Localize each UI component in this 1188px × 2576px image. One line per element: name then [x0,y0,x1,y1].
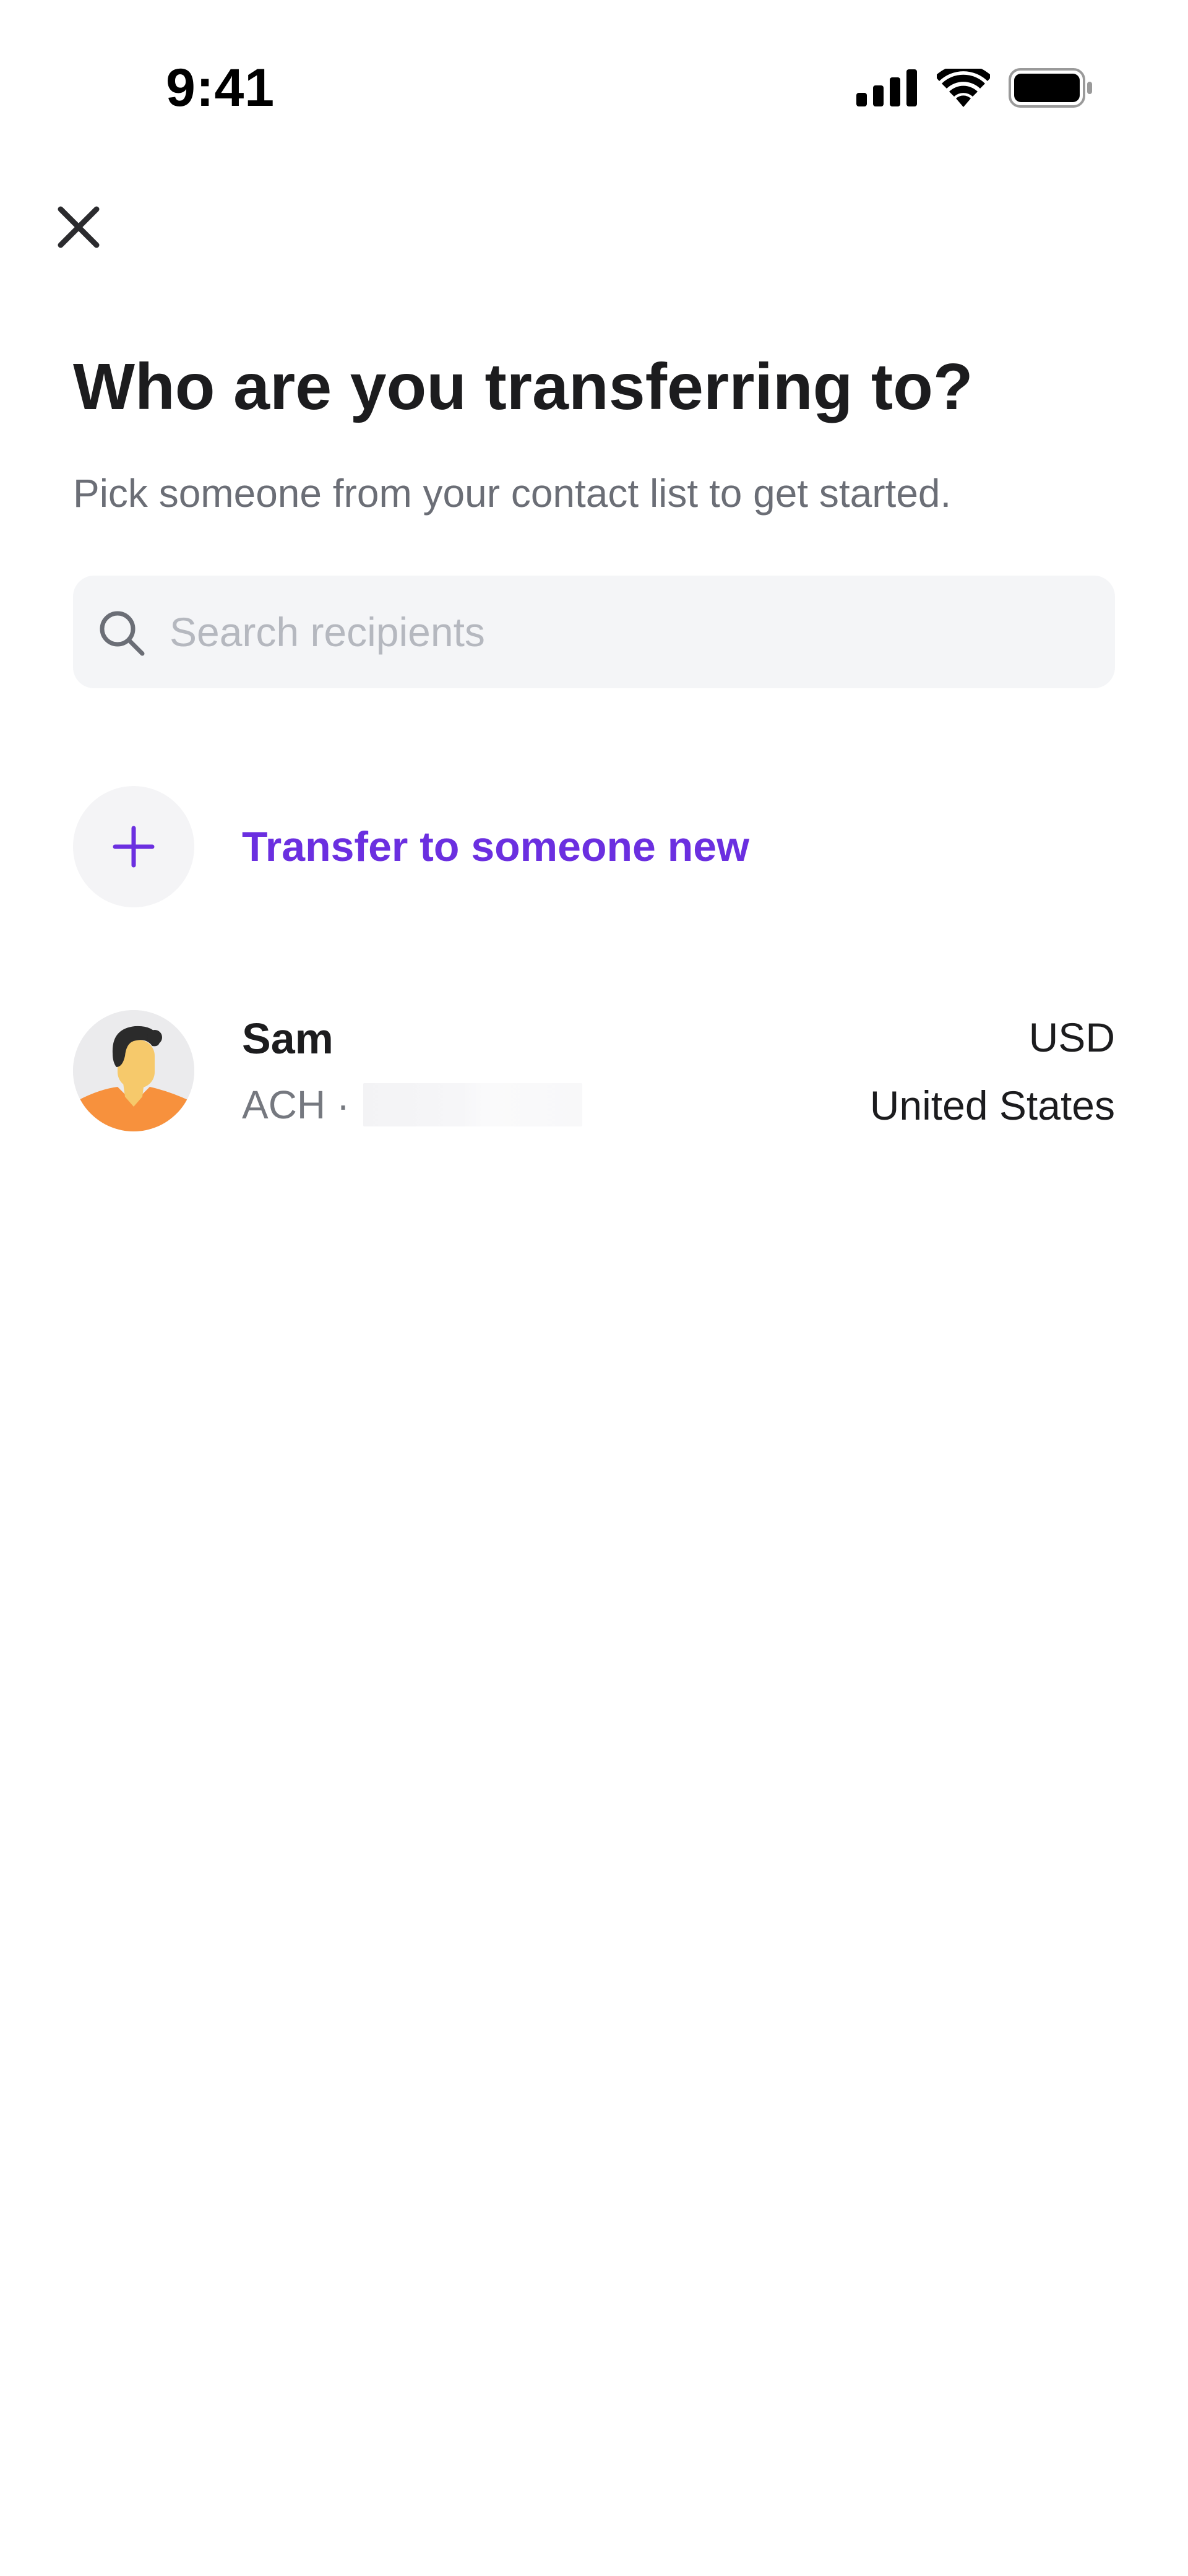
status-bar: 9:41 [0,0,1188,136]
close-button[interactable] [53,202,104,253]
plus-icon [113,826,155,868]
masked-account-number [363,1083,583,1126]
search-box[interactable] [73,576,1115,688]
contact-row[interactable]: Sam ACH · USD United States [73,1009,1115,1133]
close-icon [58,206,100,248]
avatar-illustration [73,1010,194,1131]
search-icon [100,611,145,656]
search-input[interactable] [170,576,1085,688]
battery-icon [1009,68,1092,108]
contact-name: Sam [242,1014,334,1063]
page-subtitle: Pick someone from your contact list to g… [73,471,952,516]
transfer-to-someone-new-label: Transfer to someone new [242,823,749,870]
contact-country: United States [869,1083,1115,1128]
status-time: 9:41 [166,58,275,118]
transfer-to-someone-new-button[interactable]: Transfer to someone new [73,786,1115,907]
contact-transfer-method: ACH · [242,1083,350,1127]
add-circle [73,786,194,907]
contact-detail: ACH · [242,1077,583,1133]
status-icons [856,68,1093,108]
page-title: Who are you transferring to? [73,350,973,423]
cellular-signal-icon [856,69,917,106]
avatar [73,1010,194,1131]
wifi-icon [937,69,990,107]
contact-currency: USD [1028,1014,1115,1060]
